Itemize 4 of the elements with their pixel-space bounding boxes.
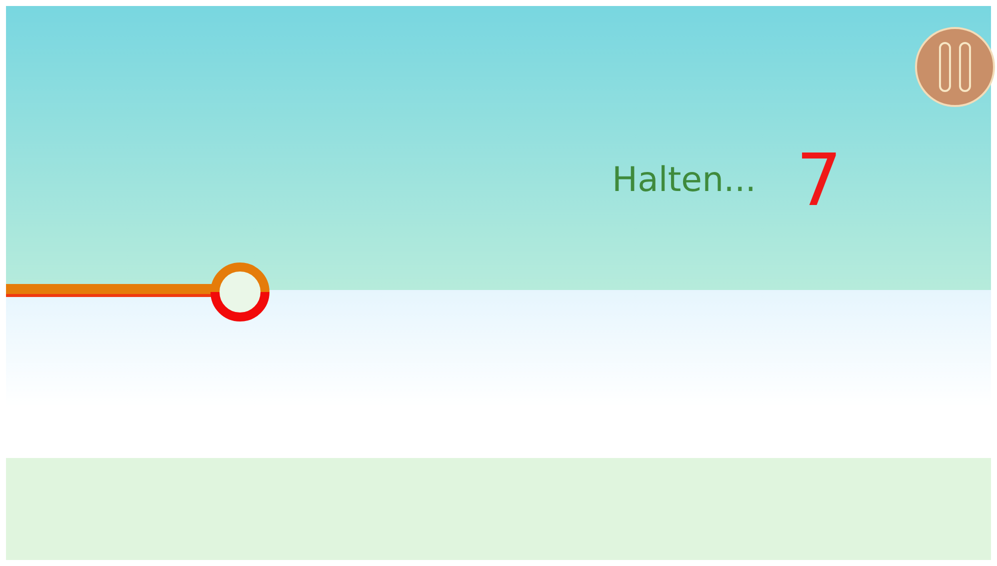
- pause-button[interactable]: [914, 26, 996, 108]
- countdown-number: 7: [796, 144, 842, 216]
- pause-icon: [914, 26, 996, 108]
- status-text: Halten...: [612, 160, 756, 200]
